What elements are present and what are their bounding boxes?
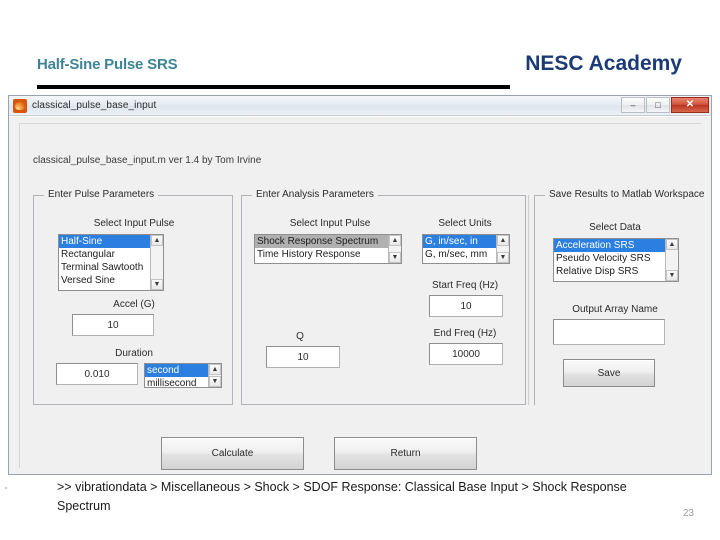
close-button[interactable]: ✕: [671, 97, 709, 113]
listbox-units[interactable]: G, in/sec, in G, m/sec, mm ▲ ▼: [422, 234, 510, 264]
scroll-down-icon[interactable]: ▼: [389, 252, 401, 263]
panel-save-results: Save Results to Matlab Workspace Select …: [534, 189, 709, 405]
list-item[interactable]: G, in/sec, in: [423, 235, 496, 248]
list-item[interactable]: Rectangular: [59, 248, 150, 261]
label-end-freq: End Freq (Hz): [433, 328, 497, 339]
duration-input[interactable]: 0.010: [56, 363, 138, 385]
label-accel: Accel (G): [113, 299, 155, 310]
list-item[interactable]: Versed Sine: [59, 274, 150, 287]
scroll-up-icon[interactable]: ▲: [497, 235, 509, 246]
listbox-select-data[interactable]: Acceleration SRS Pseudo Velocity SRS Rel…: [553, 238, 679, 282]
start-freq-input[interactable]: 10: [429, 295, 503, 317]
scroll-up-icon[interactable]: ▲: [666, 239, 678, 250]
maximize-button[interactable]: □: [646, 97, 670, 113]
listbox-duration-units-items: second millisecond: [145, 364, 208, 387]
breadcrumb: >> vibrationdata > Miscellaneous > Shock…: [57, 480, 627, 513]
listbox-units-items: G, in/sec, in G, m/sec, mm: [423, 235, 496, 263]
scroll-up-icon[interactable]: ▲: [151, 235, 163, 246]
list-item[interactable]: Acceleration SRS: [554, 239, 665, 252]
list-item[interactable]: Relative Disp SRS: [554, 265, 665, 278]
scroll-down-icon[interactable]: ▼: [151, 279, 163, 290]
scroll-up-icon[interactable]: ▲: [389, 235, 401, 246]
list-item[interactable]: Shock Response Spectrum: [255, 235, 388, 248]
scroll-down-icon[interactable]: ▼: [209, 376, 221, 387]
window-title: classical_pulse_base_input: [32, 100, 157, 111]
scroll-down-icon[interactable]: ▼: [666, 270, 678, 281]
brand-logo-text: NESC Academy: [525, 52, 682, 75]
page-title: Half-Sine Pulse SRS: [37, 56, 178, 73]
output-array-name-input[interactable]: [553, 319, 665, 345]
list-item[interactable]: Time History Response: [255, 248, 388, 261]
accel-input[interactable]: 10: [72, 314, 154, 336]
list-item[interactable]: Terminal Sawtooth: [59, 261, 150, 274]
label-select-analysis-type: Select Input Pulse: [289, 218, 371, 229]
save-button[interactable]: Save: [563, 359, 655, 387]
scroll-down-icon[interactable]: ▼: [497, 252, 509, 263]
panel-title-save: Save Results to Matlab Workspace: [545, 189, 709, 200]
list-item[interactable]: Half-Sine: [59, 235, 150, 248]
panel-title-pulse: Enter Pulse Parameters: [44, 189, 159, 200]
scroll-up-icon[interactable]: ▲: [209, 364, 221, 375]
matlab-figure-window: classical_pulse_base_input – □ ✕ classic…: [8, 95, 712, 475]
panel-divider: [528, 195, 529, 405]
listbox-scrollbar[interactable]: ▲ ▼: [208, 364, 221, 387]
listbox-scrollbar[interactable]: ▲ ▼: [665, 239, 678, 281]
listbox-analysis-type[interactable]: Shock Response Spectrum Time History Res…: [254, 234, 402, 264]
slide-root: Half-Sine Pulse SRS NESC Academy classic…: [0, 0, 720, 540]
panel-enter-pulse-parameters: Enter Pulse Parameters Select Input Puls…: [33, 189, 233, 405]
panel-title-analysis: Enter Analysis Parameters: [252, 189, 378, 200]
listbox-scrollbar[interactable]: ▲ ▼: [388, 235, 401, 263]
listbox-select-data-items: Acceleration SRS Pseudo Velocity SRS Rel…: [554, 239, 665, 281]
window-titlebar[interactable]: classical_pulse_base_input – □ ✕: [9, 96, 711, 116]
page-number: 23: [682, 508, 694, 519]
return-button[interactable]: Return: [334, 437, 477, 470]
label-q: Q: [296, 331, 304, 342]
header-divider: [37, 85, 510, 89]
listbox-duration-units[interactable]: second millisecond ▲ ▼: [144, 363, 222, 388]
listbox-analysis-type-items: Shock Response Spectrum Time History Res…: [255, 235, 388, 263]
listbox-scrollbar[interactable]: ▲ ▼: [496, 235, 509, 263]
listbox-input-pulse-items: Half-Sine Rectangular Terminal Sawtooth …: [59, 235, 150, 290]
version-line: classical_pulse_base_input.m ver 1.4 by …: [33, 155, 262, 166]
list-item[interactable]: G, m/sec, mm: [423, 248, 496, 261]
list-item[interactable]: millisecond: [145, 377, 208, 387]
window-body: classical_pulse_base_input.m ver 1.4 by …: [9, 116, 711, 474]
label-select-data: Select Data: [589, 222, 641, 233]
label-start-freq: Start Freq (Hz): [431, 280, 499, 291]
panel-enter-analysis-parameters: Enter Analysis Parameters Select Input P…: [241, 189, 526, 405]
calculate-button[interactable]: Calculate: [161, 437, 304, 470]
matlab-icon: [13, 98, 27, 113]
bullet-marker: [5, 487, 7, 489]
label-output-array-name: Output Array Name: [572, 304, 658, 315]
end-freq-input[interactable]: 10000: [429, 343, 503, 365]
listbox-input-pulse[interactable]: Half-Sine Rectangular Terminal Sawtooth …: [58, 234, 164, 291]
label-duration: Duration: [115, 348, 153, 359]
list-item[interactable]: Pseudo Velocity SRS: [554, 252, 665, 265]
label-select-units: Select Units: [438, 218, 492, 229]
label-select-input-pulse: Select Input Pulse: [93, 218, 175, 229]
list-item[interactable]: second: [145, 364, 208, 377]
q-input[interactable]: 10: [266, 346, 340, 368]
minimize-button[interactable]: –: [621, 97, 645, 113]
listbox-scrollbar[interactable]: ▲ ▼: [150, 235, 163, 290]
window-buttons: – □ ✕: [621, 97, 709, 113]
